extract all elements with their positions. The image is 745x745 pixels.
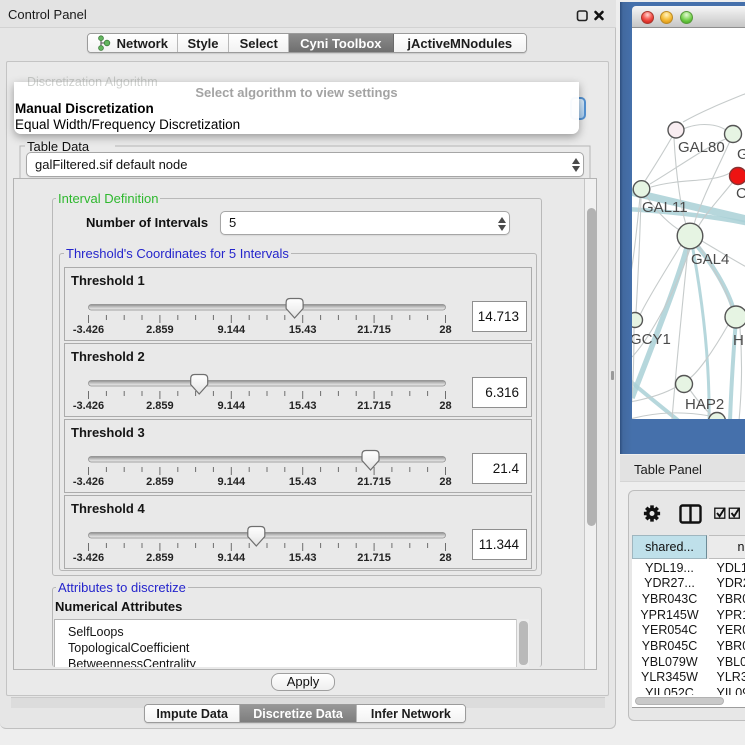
svg-text:GAL80: GAL80 (678, 139, 725, 156)
svg-text:HAP2: HAP2 (685, 396, 724, 413)
svg-text:GCY1: GCY1 (632, 331, 671, 348)
svg-text:HI: HI (733, 332, 745, 349)
svg-text:GAL4: GAL4 (691, 251, 729, 268)
svg-text:GA: GA (737, 146, 745, 163)
svg-text:GAL11: GAL11 (642, 199, 688, 216)
svg-text:C: C (736, 185, 745, 202)
